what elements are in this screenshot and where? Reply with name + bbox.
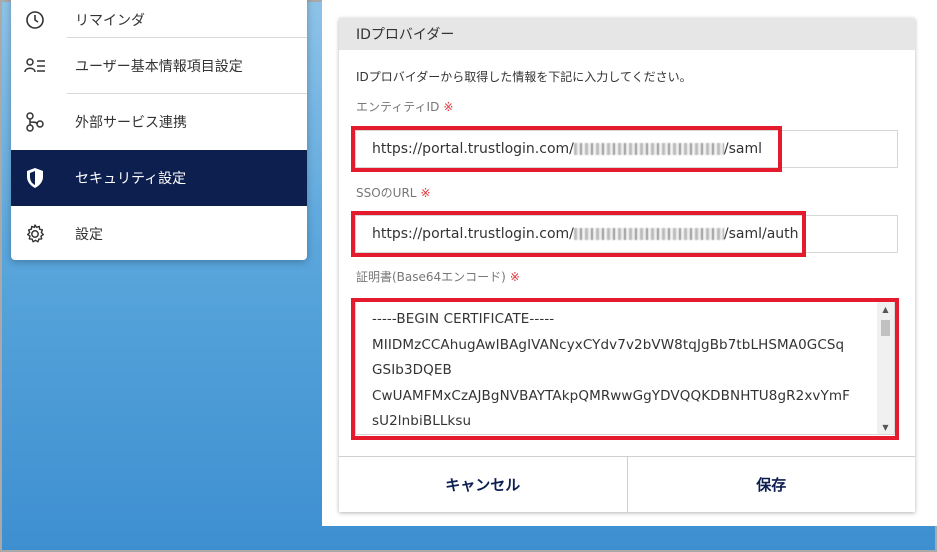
idp-dialog: IDプロバイダー IDプロバイダーから取得した情報を下記に入力してください。 エ… [339, 18, 915, 512]
sidebar-item-user-fields[interactable]: ユーザー基本情報項目設定 [11, 38, 307, 94]
entity-id-label-text: エンティティID [356, 100, 440, 114]
entity-id-suffix: /saml [723, 141, 762, 157]
required-mark: ※ [443, 100, 454, 114]
sso-url-suffix: /saml/auth [723, 226, 799, 242]
sso-url-label-text: SSOのURL [356, 186, 417, 200]
sidebar-item-security[interactable]: セキュリティ設定 [11, 150, 307, 206]
certificate-line: -----BEGIN CERTIFICATE----- [372, 311, 555, 327]
entity-id-label: エンティティID ※ [356, 98, 453, 115]
settings-menu: リマインダ ユーザー基本情報項目設定 外部サービス連携 セキュリティ設定 設定 [11, 0, 307, 260]
certificate-label-text: 証明書(Base64エンコード) [356, 270, 506, 284]
sidebar-item-label: ユーザー基本情報項目設定 [75, 59, 243, 75]
user-list-icon [23, 54, 47, 78]
certificate-line: MIIDMzCCAhugAwIBAgIVANcyxCYdv7v2bVW8tqJg… [372, 336, 845, 353]
scroll-down-arrow-icon[interactable]: ▼ [877, 420, 894, 434]
link-nodes-icon [23, 110, 47, 134]
required-mark: ※ [420, 186, 431, 200]
certificate-line: GSIb3DQEB [372, 362, 452, 378]
gear-icon [23, 222, 47, 246]
certificate-line: sU2lnbiBLLksu [372, 413, 472, 429]
sidebar-item-external-services[interactable]: 外部サービス連携 [11, 94, 307, 150]
certificate-line: CwUAMFMxCzAJBgNVBAYTAkpQMRwwGgYDVQQKDBNH… [372, 387, 850, 404]
certificate-label: 証明書(Base64エンコード) ※ [356, 268, 520, 285]
dialog-description: IDプロバイダーから取得した情報を下記に入力してください。 [356, 70, 692, 84]
sso-url-prefix: https://portal.trustlogin.com/ [372, 226, 574, 242]
redacted-text [573, 228, 724, 240]
entity-id-prefix: https://portal.trustlogin.com/ [372, 141, 574, 157]
sidebar-item-label: 外部サービス連携 [75, 115, 187, 131]
shield-icon [23, 166, 47, 190]
sidebar-item-label: 設定 [75, 227, 103, 243]
sidebar-item-label: セキュリティ設定 [75, 171, 187, 187]
sso-url-label: SSOのURL ※ [356, 184, 431, 201]
dialog-title: IDプロバイダー [339, 18, 915, 50]
scroll-thumb[interactable] [881, 320, 890, 336]
certificate-scrollbar[interactable]: ▲ ▼ [877, 302, 894, 434]
sso-url-input[interactable]: https://portal.trustlogin.com/ /saml/auth [355, 215, 898, 253]
entity-id-input[interactable]: https://portal.trustlogin.com/ /saml [355, 130, 898, 168]
save-button[interactable]: 保存 [626, 457, 915, 512]
scroll-up-arrow-icon[interactable]: ▲ [877, 302, 894, 316]
cancel-button[interactable]: キャンセル [339, 457, 627, 512]
certificate-textarea[interactable]: -----BEGIN CERTIFICATE----- MIIDMzCCAhug… [355, 301, 895, 435]
redacted-text [573, 143, 724, 155]
clock-icon [23, 8, 47, 32]
dialog-footer: キャンセル 保存 [339, 456, 915, 512]
sidebar-item-label: リマインダ [75, 13, 145, 29]
required-mark: ※ [509, 270, 520, 284]
sidebar-item-settings[interactable]: 設定 [11, 206, 307, 260]
